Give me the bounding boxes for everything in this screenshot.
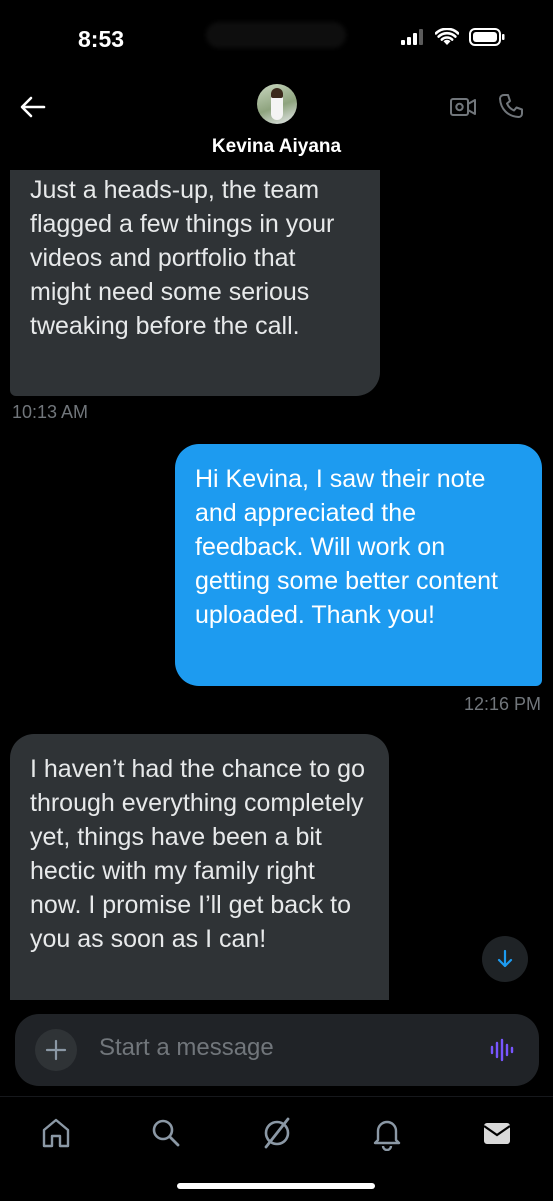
incoming-message-bubble[interactable]: Just a heads-up, the team flagged a few … xyxy=(10,170,380,396)
voice-message-icon[interactable] xyxy=(489,1036,517,1064)
wifi-icon xyxy=(435,28,459,45)
battery-icon xyxy=(469,28,505,46)
notifications-icon[interactable] xyxy=(369,1115,405,1151)
contact-name[interactable]: Kevina Aiyana xyxy=(0,136,553,158)
status-time: 8:53 xyxy=(78,26,125,52)
incoming-message-bubble[interactable]: I haven’t had the chance to go through e… xyxy=(10,734,389,1000)
grok-icon[interactable] xyxy=(259,1115,295,1151)
search-icon[interactable] xyxy=(148,1115,184,1151)
status-icons xyxy=(401,28,505,46)
messages-icon[interactable] xyxy=(479,1115,515,1151)
message-input[interactable]: Start a message xyxy=(99,1034,274,1062)
message-timestamp: 12:16 PM xyxy=(463,694,541,714)
add-attachment-button[interactable] xyxy=(35,1029,77,1071)
status-bar: 8:53 xyxy=(0,0,553,80)
plus-icon xyxy=(45,1039,67,1061)
scroll-to-bottom-button[interactable] xyxy=(482,936,528,982)
dynamic-island xyxy=(206,22,346,48)
phone-call-icon[interactable] xyxy=(497,92,525,120)
message-list[interactable]: Just a heads-up, the team flagged a few … xyxy=(0,170,553,1000)
home-indicator[interactable] xyxy=(177,1183,375,1189)
avatar[interactable] xyxy=(257,84,297,124)
outgoing-message-bubble[interactable]: Hi Kevina, I saw their note and apprecia… xyxy=(175,444,542,686)
arrow-down-icon xyxy=(497,949,513,968)
message-timestamp: 10:13 AM xyxy=(12,402,89,422)
back-arrow-icon[interactable] xyxy=(18,92,48,122)
home-icon[interactable] xyxy=(38,1115,74,1151)
conversation-header: Kevina Aiyana xyxy=(0,80,553,170)
cellular-signal-icon xyxy=(401,29,423,45)
video-call-icon[interactable] xyxy=(449,94,477,120)
message-composer[interactable]: Start a message xyxy=(15,1014,539,1086)
